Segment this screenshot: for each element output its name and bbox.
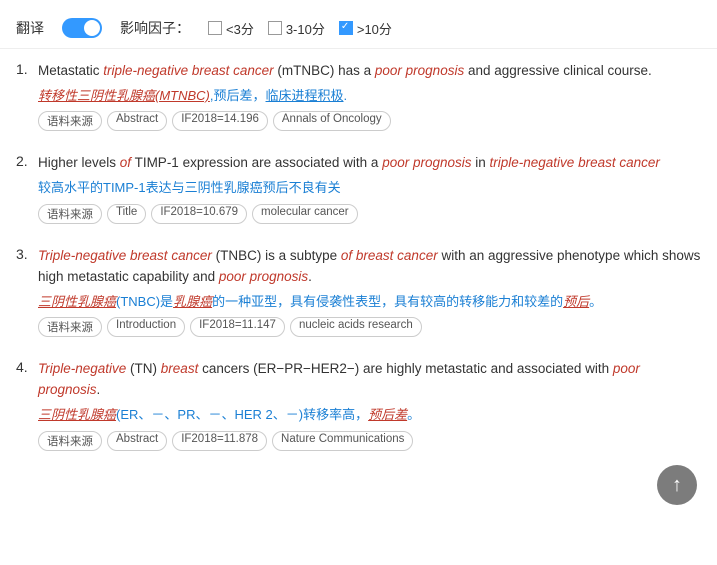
scroll-top-button[interactable]: ↑ (657, 465, 697, 505)
term-triple-negative-2: triple-negative breast cancer (490, 155, 660, 170)
zh-term-4a: 三阴性乳腺癌 (38, 407, 116, 422)
zh-text-4a: (ER、－、PR、－、HER 2、－)转移率高， (116, 407, 368, 422)
checkbox-lt3[interactable] (208, 21, 222, 35)
term-poor-prognosis-2: poor prognosis (382, 155, 471, 170)
term-poor-prognosis-3: poor prognosis (219, 269, 308, 284)
tag-if-1: IF2018=14.196 (172, 111, 268, 131)
filter-lt3[interactable]: <3分 (208, 19, 254, 38)
term-triple-negative-4: Triple-negative (38, 361, 126, 376)
entry-3-body: Triple-negative breast cancer (TNBC) is … (38, 246, 701, 337)
tag-if-4: IF2018=11.878 (172, 431, 267, 451)
toolbar: 翻译 影响因子： <3分 3-10分 >10分 (0, 10, 717, 49)
entry-4-tags: 语料来源 Abstract IF2018=11.878 Nature Commu… (38, 431, 701, 451)
zh-term-4b: 预后差 (368, 407, 407, 422)
entry-3-tags: 语料来源 Introduction IF2018=11.147 nucleic … (38, 317, 701, 337)
tag-if-2: IF2018=10.679 (151, 204, 247, 224)
zh-text-3b: 的一种亚型，具有侵袭性表型，具有较高的转移能力和较差的 (212, 294, 563, 309)
filter-3to10-label: 3-10分 (286, 19, 325, 38)
zh-term-1: 转移性三阴性乳腺癌(MTNBC) (38, 88, 210, 103)
entry-1-zh: 转移性三阴性乳腺癌(MTNBC),预后差，临床进程积极. (38, 86, 701, 106)
tag-abstract-4[interactable]: Abstract (107, 431, 167, 451)
zh-term-3c: 预后 (563, 294, 589, 309)
entry-2: 2. Higher levels of TIMP-1 expression ar… (16, 153, 701, 227)
term-of-breast-3: of breast cancer (341, 248, 438, 263)
filter-gt10-label: >10分 (357, 19, 392, 38)
filter-lt3-label: <3分 (226, 19, 254, 38)
term-poor-prognosis-1: poor prognosis (375, 63, 464, 78)
tag-source-2[interactable]: 语料来源 (38, 204, 102, 224)
scroll-top-icon: ↑ (672, 474, 682, 497)
entry-2-body: Higher levels of TIMP-1 expression are a… (38, 153, 701, 223)
entry-2-num: 2. (16, 153, 38, 223)
translate-toggle[interactable] (62, 18, 102, 38)
tag-journal-3: nucleic acids research (290, 317, 422, 337)
tag-source-3[interactable]: 语料来源 (38, 317, 102, 337)
tag-source-4[interactable]: 语料来源 (38, 431, 102, 451)
filter-gt10[interactable]: >10分 (339, 19, 392, 38)
term-poor-prognosis-4: poor prognosis (38, 361, 640, 397)
tag-title-2[interactable]: Title (107, 204, 146, 224)
filter-3to10[interactable]: 3-10分 (268, 19, 325, 38)
zh-text-2: 较高水平的TIMP-1表达与三阴性乳腺癌预后不良有关 (38, 180, 341, 195)
term-triple-negative-1: triple-negative breast cancer (103, 63, 273, 78)
filter-group: <3分 3-10分 >10分 (208, 19, 392, 38)
term-of-2: of (120, 155, 131, 170)
tag-if-3: IF2018=11.147 (190, 317, 285, 337)
zh-text-3a: (TNBC)是 (116, 294, 173, 309)
entry-2-en: Higher levels of TIMP-1 expression are a… (38, 153, 701, 174)
entry-3-en: Triple-negative breast cancer (TNBC) is … (38, 246, 701, 288)
tag-source-1[interactable]: 语料来源 (38, 111, 102, 131)
entry-2-tags: 语料来源 Title IF2018=10.679 molecular cance… (38, 204, 701, 224)
entry-4-zh: 三阴性乳腺癌(ER、－、PR、－、HER 2、－)转移率高，预后差。 (38, 405, 701, 425)
checkbox-3to10[interactable] (268, 21, 282, 35)
zh-punct-1: . (344, 88, 348, 103)
influence-label: 影响因子： (120, 18, 190, 38)
tag-abstract-1[interactable]: Abstract (107, 111, 167, 131)
entry-3-zh: 三阴性乳腺癌(TNBC)是乳腺癌的一种亚型，具有侵袭性表型，具有较高的转移能力和… (38, 292, 701, 312)
entry-1-body: Metastatic triple-negative breast cancer… (38, 61, 701, 131)
zh-text-1a: ,预后差， (210, 88, 266, 103)
entry-3: 3. Triple-negative breast cancer (TNBC) … (16, 246, 701, 341)
entry-4: 4. Triple-negative (TN) breast cancers (… (16, 359, 701, 454)
zh-term-1b: 临床进程积极 (266, 88, 344, 103)
zh-term-3b: 乳腺癌 (173, 294, 212, 309)
content-area: 1. Metastatic triple-negative breast can… (0, 49, 717, 485)
zh-punct-4: 。 (407, 407, 420, 422)
entry-4-num: 4. (16, 359, 38, 450)
tag-intro-3[interactable]: Introduction (107, 317, 185, 337)
entry-1-num: 1. (16, 61, 38, 131)
tag-journal-4: Nature Communications (272, 431, 413, 451)
translate-label: 翻译 (16, 18, 44, 38)
entry-2-zh: 较高水平的TIMP-1表达与三阴性乳腺癌预后不良有关 (38, 178, 701, 198)
entry-4-en: Triple-negative (TN) breast cancers (ER−… (38, 359, 701, 401)
entry-4-body: Triple-negative (TN) breast cancers (ER−… (38, 359, 701, 450)
entry-3-num: 3. (16, 246, 38, 337)
checkbox-gt10[interactable] (339, 21, 353, 35)
zh-term-3a: 三阴性乳腺癌 (38, 294, 116, 309)
tag-journal-1: Annals of Oncology (273, 111, 391, 131)
entry-1: 1. Metastatic triple-negative breast can… (16, 61, 701, 135)
term-triple-negative-3: Triple-negative breast cancer (38, 248, 212, 263)
tag-journal-2: molecular cancer (252, 204, 358, 224)
entry-1-tags: 语料来源 Abstract IF2018=14.196 Annals of On… (38, 111, 701, 131)
zh-punct-3: 。 (589, 294, 602, 309)
term-breast-4: breast (161, 361, 199, 376)
entry-1-en: Metastatic triple-negative breast cancer… (38, 61, 701, 82)
